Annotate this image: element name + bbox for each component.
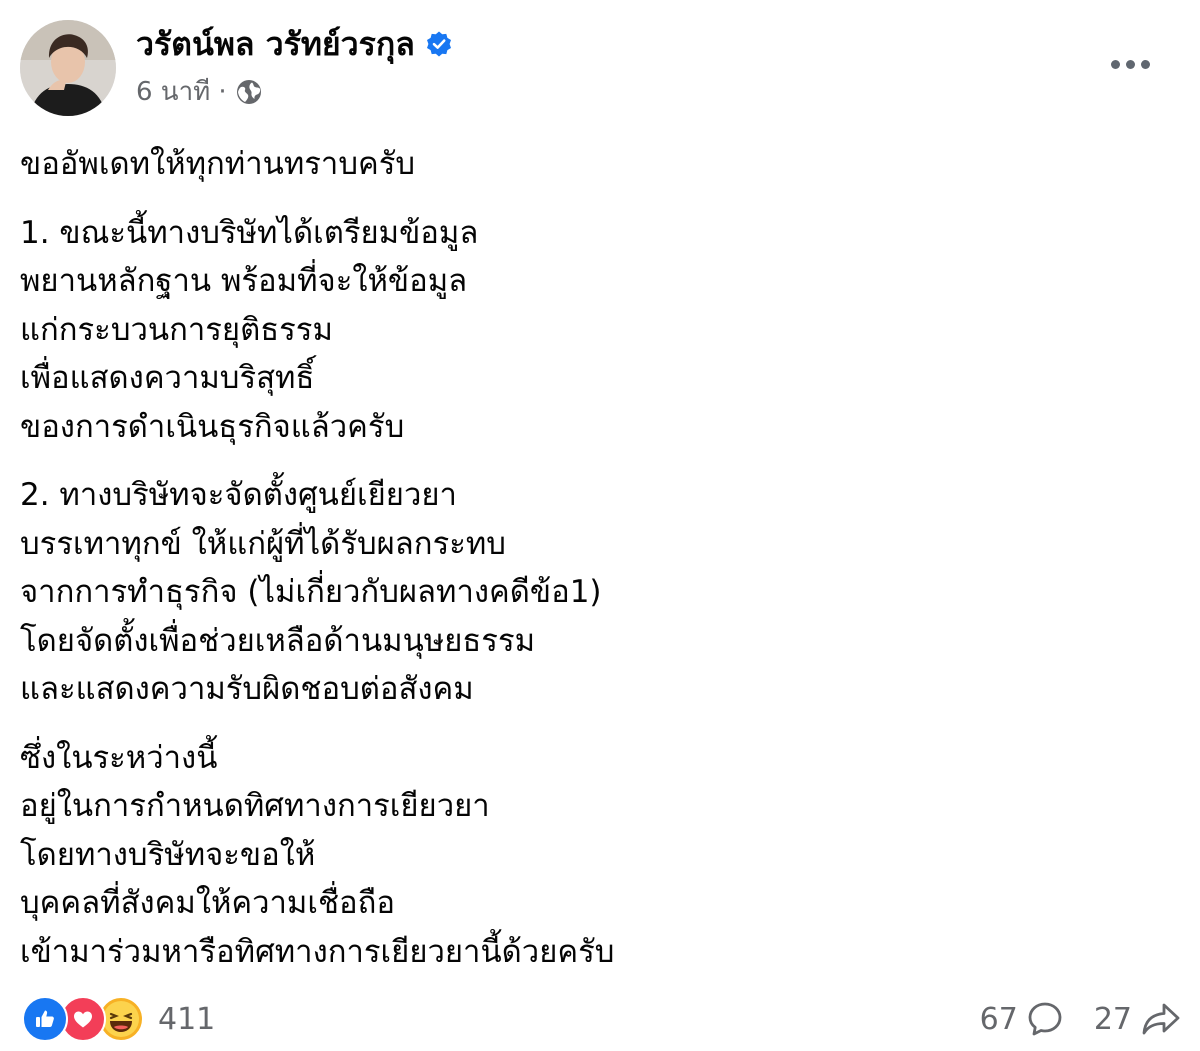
author-name-row: วรัตน์พล วรัทย์วรกุล [136, 22, 453, 66]
post-time[interactable]: 6 นาที [136, 74, 210, 110]
reaction-count[interactable]: 411 [158, 1002, 215, 1037]
post-line: เพื่อแสดงความบริสุทธิ์ [20, 360, 315, 396]
share-icon [1142, 1003, 1180, 1035]
comment-icon [1028, 1002, 1062, 1036]
post-line: เข้ามาร่วมหารือทิศทางการเยียวยานี้ด้วยคร… [20, 933, 615, 970]
reaction-summary[interactable]: 411 [22, 996, 215, 1042]
more-dot [1140, 59, 1150, 69]
post-line: จากการทำธุรกิจ (ไม่เกี่ยวกับผลทางคดีข้อ1… [20, 574, 602, 610]
post-line: ซึ่งในระหว่างนี้ [20, 739, 218, 776]
post-line: แก่กระบวนการยุติธรรม [20, 311, 333, 348]
more-options-icon[interactable] [1100, 44, 1160, 84]
like-icon [22, 996, 68, 1042]
post-paragraph: 2. ทางบริษัทจะจัดตั้งศูนย์เยียวยา บรรเทา… [20, 471, 1170, 714]
post-line: พยานหลักฐาน พร้อมที่จะให้ข้อมูล [20, 263, 468, 299]
post-line: อยู่ในการกำหนดทิศทางการเยียวยา [20, 788, 490, 824]
more-dot [1125, 59, 1135, 69]
verified-badge-icon [426, 31, 451, 57]
comment-count-button[interactable]: 67 [980, 1000, 1064, 1038]
author-name[interactable]: วรัตน์พล วรัทย์วรกุล [136, 22, 415, 66]
share-count: 27 [1093, 1001, 1132, 1037]
facebook-post: วรัตน์พล วรัทย์วรกุล 6 นาที · ขออัพเดทให… [0, 0, 1200, 1051]
post-body: ขออัพเดทให้ทุกท่านทราบครับ 1. ขณะนี้ทางบ… [20, 140, 1170, 996]
post-line: ของการดำเนินธุรกิจแล้วครับ [20, 408, 405, 445]
post-paragraph: 1. ขณะนี้ทางบริษัทได้เตรียมข้อมูล พยานหล… [20, 209, 1170, 452]
post-paragraph: ซึ่งในระหว่างนี้ อยู่ในการกำหนดทิศทางการ… [20, 734, 1170, 977]
post-line: 1. ขณะนี้ทางบริษัทได้เตรียมข้อมูล [20, 214, 479, 251]
more-dot [1110, 59, 1120, 69]
post-line: ขออัพเดทให้ทุกท่านทราบครับ [20, 146, 416, 182]
avatar-image [20, 20, 116, 116]
post-line: โดยจัดตั้งเพื่อช่วยเหลือด้านมนุษยธรรม [20, 622, 536, 659]
comment-count: 67 [979, 1001, 1018, 1037]
post-line: บรรเทาทุกข์ ให้แก่ผู้ที่ได้รับผลกระทบ [20, 525, 506, 562]
post-paragraph: ขออัพเดทให้ทุกท่านทราบครับ [20, 140, 1170, 189]
meta-separator: · [218, 77, 227, 107]
post-line: 2. ทางบริษัทจะจัดตั้งศูนย์เยียวยา [20, 477, 457, 513]
engagement-stats: 67 27 [980, 996, 1182, 1042]
post-line: บุคคลที่สังคมให้ความเชื่อถือ [20, 885, 396, 921]
share-count-button[interactable]: 27 [1094, 1000, 1182, 1038]
globe-icon[interactable] [235, 78, 263, 106]
author-avatar[interactable] [20, 20, 116, 116]
post-line: และแสดงความรับผิดชอบต่อสังคม [20, 671, 474, 707]
post-line: โดยทางบริษัทจะขอให้ [20, 836, 316, 873]
post-meta: 6 นาที · [136, 74, 263, 110]
